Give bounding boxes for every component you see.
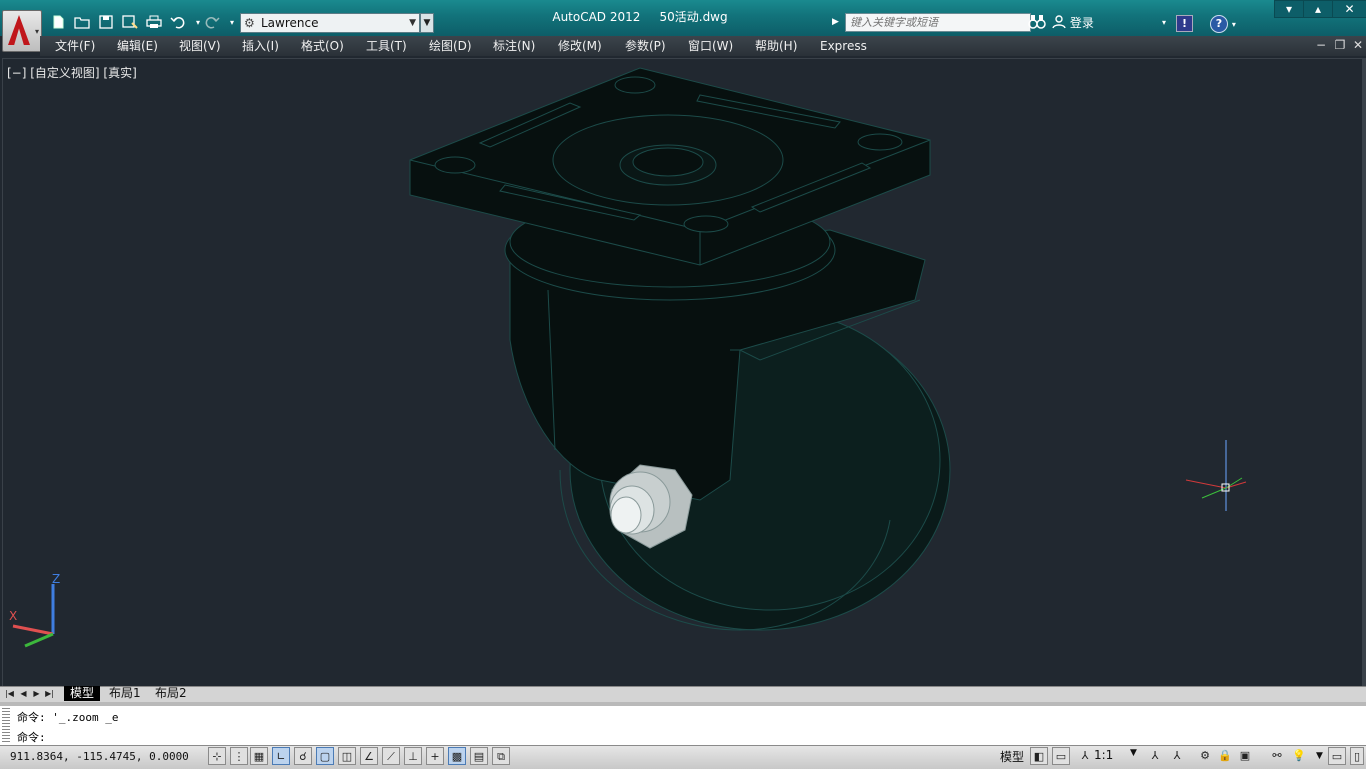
menu-insert[interactable]: 插入(I) [242,36,279,56]
model-space-toggle[interactable]: 模型 [1000,748,1024,765]
command-prompt: 命令: [17,731,46,744]
object-snap-tracking-icon[interactable]: ∠ [360,747,378,765]
menu-express[interactable]: Express [820,36,867,56]
menu-dimension[interactable]: 标注(N) [493,36,535,56]
infer-constraints-icon[interactable]: ⊹ [208,747,226,765]
menu-help[interactable]: 帮助(H) [755,36,797,56]
redo-dropdown-icon[interactable]: ▾ [222,12,242,32]
save-icon[interactable] [96,12,116,32]
doc-restore-button[interactable]: ❐ [1332,38,1348,52]
chevron-down-icon: ▾ [34,27,39,36]
ortho-mode-icon[interactable]: ∟ [272,747,290,765]
status-menu-icon[interactable]: ▼ [1316,751,1323,761]
tab-layout1[interactable]: 布局1 [103,686,147,701]
hardware-acceleration-icon[interactable]: ▣ [1236,747,1254,765]
chevron-down-icon: ▾ [1231,20,1236,29]
menu-parametric[interactable]: 参数(P) [625,36,666,56]
command-history: 命令: '_.zoom _e [0,706,1366,728]
coordinates-readout[interactable]: 911.8364, -115.4745, 0.0000 [10,750,189,763]
lightbulb-icon[interactable]: 💡 [1290,747,1308,765]
ucs-axes-icon: Z X [9,572,60,648]
new-icon[interactable] [48,12,68,32]
object-snap-icon[interactable]: ▢ [316,747,334,765]
document-name: 50活动.dwg [659,10,728,24]
polar-tracking-icon[interactable]: ☌ [294,747,312,765]
quick-access-customize-button[interactable]: ▼ [420,13,434,33]
status-bar-end-icon[interactable]: ▯ [1350,747,1364,765]
open-icon[interactable] [72,12,92,32]
viewport-scrollbar[interactable] [1362,58,1366,686]
menu-file[interactable]: 文件(F) [55,36,95,56]
chevron-down-icon[interactable]: ▼ [1130,748,1137,758]
gear-icon: ⚙ [244,16,255,30]
auto-scale-icon[interactable]: ⅄ [1168,747,1186,765]
tab-model[interactable]: 模型 [64,686,101,701]
annotation-scale-value[interactable]: 1:1 [1094,748,1113,762]
tab-last-icon[interactable]: ▶| [45,688,54,700]
lineweight-icon[interactable]: + [426,747,444,765]
ucs-x-label: X [9,609,17,623]
chevron-down-icon: ▼ [409,18,416,28]
help-icon: ? [1210,15,1228,33]
command-grip[interactable] [2,708,10,744]
snap-mode-icon[interactable]: ⋮ [230,747,248,765]
transparency-icon[interactable]: ▩ [448,747,466,765]
menu-draw[interactable]: 绘图(D) [429,36,472,56]
minimize-button[interactable]: ▾ [1274,0,1304,18]
isolate-objects-icon[interactable]: ⚯ [1268,747,1286,765]
menu-tools[interactable]: 工具(T) [366,36,407,56]
quick-view-drawings-icon[interactable]: ▭ [1052,747,1070,765]
menu-modify[interactable]: 修改(M) [558,36,602,56]
close-button[interactable]: ✕ [1332,0,1366,18]
help-button[interactable]: ? ▾ [1210,14,1240,33]
annotation-visibility-icon[interactable]: ⅄ [1146,747,1164,765]
doc-minimize-button[interactable]: − [1313,38,1329,52]
chevron-down-icon: ▾ [1162,18,1167,27]
exchange-button[interactable]: ! [1176,15,1193,32]
doc-close-button[interactable]: ✕ [1350,38,1366,52]
window-title: AutoCAD 2012 50活动.dwg [520,8,760,25]
annotation-scale-icon[interactable]: ⅄ [1076,747,1094,765]
command-history-line: 命令: '_.zoom _e [17,711,119,724]
binoculars-icon[interactable] [1028,13,1048,33]
quick-view-layouts-icon[interactable]: ◧ [1030,747,1048,765]
clean-screen-icon[interactable]: ▭ [1328,747,1346,765]
ucs-z-label: Z [52,572,60,586]
saveas-icon[interactable] [120,12,140,32]
menu-view[interactable]: 视图(V) [179,36,221,56]
tab-prev-icon[interactable]: ◀ [19,688,28,700]
exchange-label: ! [1181,17,1188,30]
print-icon[interactable] [144,12,164,32]
workspace-selector[interactable]: ⚙ Lawrence ▼ [240,13,420,33]
search-expand-icon[interactable]: ▶ [832,13,844,31]
3d-object-snap-icon[interactable]: ◫ [338,747,356,765]
login-button[interactable]: 登录 ▾ [1052,13,1172,33]
menu-format[interactable]: 格式(O) [301,36,344,56]
lock-icon[interactable]: 🔒 [1216,747,1234,765]
command-input[interactable]: 命令: [0,727,1366,745]
search-input[interactable] [845,13,1031,32]
crosshair-cursor-icon [1185,440,1247,511]
restore-button[interactable]: ▴ [1303,0,1333,18]
workspace-label: Lawrence [261,16,319,30]
undo-icon[interactable] [168,12,188,32]
workspace-switching-gear-icon[interactable]: ⚙ [1196,747,1214,765]
dynamic-input-icon[interactable]: ⊥ [404,747,422,765]
app-name: AutoCAD 2012 [552,10,641,24]
tab-next-icon[interactable]: ▶ [32,688,41,700]
menu-edit[interactable]: 编辑(E) [117,36,158,56]
autocad-logo-icon [8,15,30,45]
caster-wheel-model [409,67,951,631]
tab-layout2[interactable]: 布局2 [149,686,193,701]
redo-icon[interactable] [202,12,222,32]
dynamic-ucs-icon[interactable]: ⟋ [382,747,400,765]
quick-properties-icon[interactable]: ▤ [470,747,488,765]
selection-cycling-icon[interactable]: ⧉ [492,747,510,765]
layout-tab-bar [0,686,1366,703]
login-label: 登录 [1069,16,1094,30]
grid-display-icon[interactable]: ▦ [250,747,268,765]
menu-window[interactable]: 窗口(W) [688,36,733,56]
tab-first-icon[interactable]: |◀ [5,688,14,700]
application-menu-button[interactable]: ▾ [2,10,42,52]
